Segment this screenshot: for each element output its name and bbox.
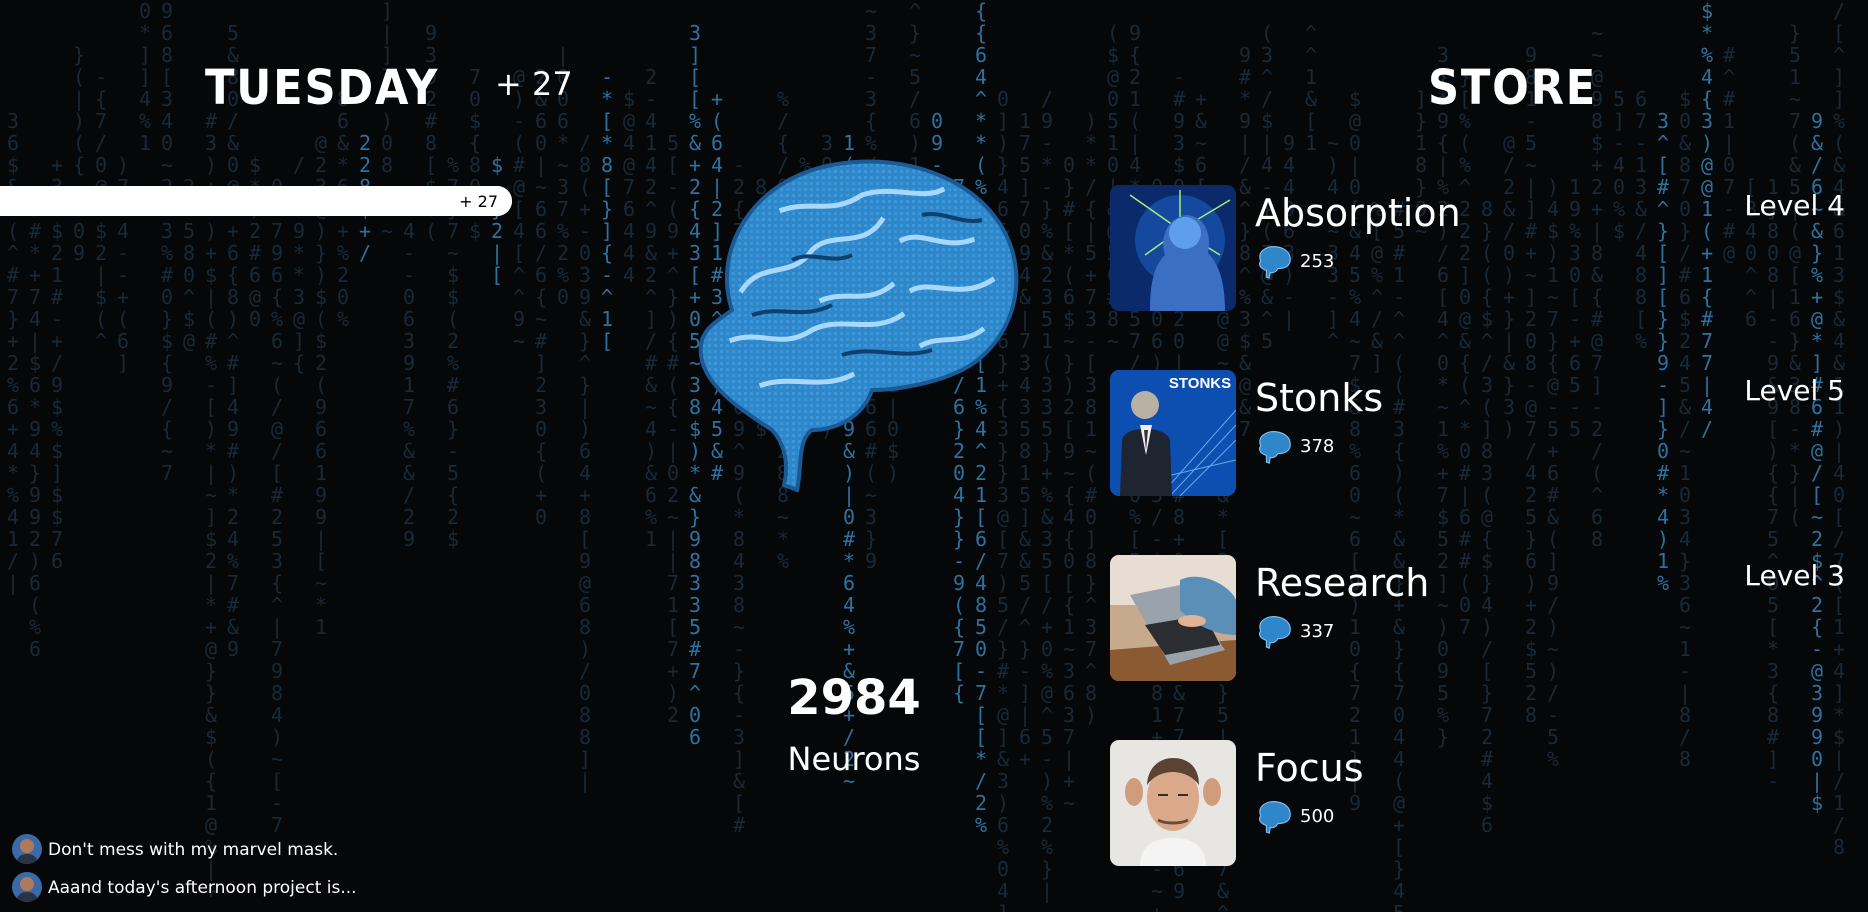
- store-item-stonks[interactable]: STONKS Stonks 378 Level 5: [1110, 370, 1845, 498]
- brain-click-button[interactable]: [672, 140, 1032, 500]
- day-title: TUESDAY: [205, 60, 440, 116]
- store-title: STORE: [1428, 60, 1598, 116]
- store-item-name: Focus: [1255, 746, 1364, 790]
- brain-cost-icon: [1259, 246, 1291, 279]
- day-progress-fill: [0, 186, 512, 216]
- avatar: [12, 872, 42, 902]
- store-item-name: Stonks: [1255, 376, 1384, 420]
- avatar: [12, 834, 42, 864]
- brain-icon: [698, 159, 1019, 493]
- store-item-focus[interactable]: Focus 500: [1110, 740, 1845, 868]
- store-item-level: Level 3: [1744, 559, 1845, 592]
- brain-cost-icon: [1259, 431, 1291, 464]
- store-item-level: Level 5: [1744, 374, 1845, 407]
- absorption-thumbnail: [1110, 185, 1236, 311]
- stonks-thumb-text: STONKS: [1169, 375, 1231, 392]
- store-item-absorption[interactable]: Absorption 253 Level 4: [1110, 185, 1845, 313]
- store-item-level: Level 4: [1744, 189, 1845, 222]
- day-bonus: + 27: [495, 65, 573, 103]
- stonks-thumbnail: STONKS: [1110, 370, 1236, 496]
- brain-cost-icon: [1259, 801, 1291, 834]
- focus-thumbnail: [1110, 740, 1236, 866]
- store-item-cost: 253: [1300, 251, 1335, 272]
- chat-message-text: Don't mess with my marvel mask.: [48, 840, 339, 860]
- day-progress-bar: + 27: [0, 186, 512, 216]
- day-progress-label: + 27: [459, 192, 498, 211]
- chat-message-text: Aaand today's afternoon project is...: [48, 878, 357, 898]
- research-thumbnail: [1110, 555, 1236, 681]
- store-item-name: Research: [1255, 561, 1430, 605]
- store-item-research[interactable]: Research 337 Level 3: [1110, 555, 1845, 683]
- store-item-cost: 500: [1300, 806, 1335, 827]
- brain-cost-icon: [1259, 616, 1291, 649]
- store-item-name: Absorption: [1255, 191, 1461, 235]
- store-item-cost: 337: [1300, 621, 1335, 642]
- store-item-cost: 378: [1300, 436, 1335, 457]
